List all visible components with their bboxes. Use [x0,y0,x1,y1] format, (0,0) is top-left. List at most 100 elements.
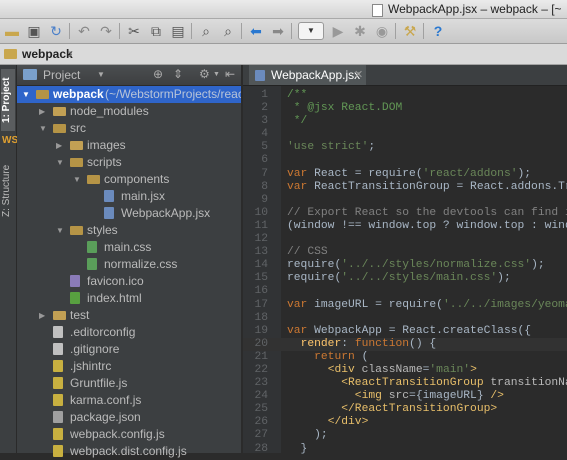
save-icon[interactable]: ▣ [26,23,42,39]
code-line[interactable]: 15 require('../../styles/main.css'); [243,272,567,285]
chevron-right-icon[interactable]: ▶ [39,103,48,120]
code-line[interactable]: 13 // CSS [243,246,567,259]
tree-file[interactable]: favicon.ico [17,273,241,290]
code-line[interactable]: 6 [243,154,567,167]
code-line[interactable]: 16 [243,285,567,298]
redo-icon[interactable]: ↷ [98,23,114,39]
code-line[interactable]: 7 var React = require('react/addons'); [243,168,567,181]
tab-project[interactable]: 1: Project [1,69,15,131]
hide-panel-icon[interactable]: ⇤ [225,67,235,81]
tree-folder[interactable]: ▼ scripts [17,154,241,171]
tree-folder[interactable]: ▼ components [17,171,241,188]
close-icon[interactable]: ✕ [354,68,363,81]
tree-file[interactable]: webpack.config.js [17,426,241,443]
run-icon[interactable]: ▶ [330,23,346,39]
tree-folder[interactable]: ▶ test [17,307,241,324]
tree-file[interactable]: karma.conf.js [17,392,241,409]
js-file-icon [53,377,63,389]
tree-file[interactable]: main.jsx [17,188,241,205]
tree-file[interactable]: .editorconfig [17,324,241,341]
code-line[interactable]: 9 [243,194,567,207]
code-line[interactable]: 18 [243,312,567,325]
code-line[interactable]: 27 ); [243,429,567,442]
chevron-right-icon[interactable]: ▶ [56,137,65,154]
code-token: </div> [327,416,369,429]
back-icon[interactable]: ⬅ [248,23,264,39]
code-line[interactable]: 22 <div className='main'> [243,364,567,377]
code-token: : [341,337,355,350]
tree-file[interactable]: main.css [17,239,241,256]
code-line[interactable]: 23 <ReactTransitionGroup transitionName= [243,377,567,390]
find-icon[interactable]: ⌕ [198,23,214,39]
code-line[interactable]: 8 var ReactTransitionGroup = React.addons… [243,181,567,194]
code-token: <ReactTransitionGroup [341,377,491,390]
tab-structure[interactable]: Z: Structure [1,155,15,227]
target-icon[interactable]: ⊕ [153,67,163,81]
chevron-down-icon[interactable]: ▼ [39,120,48,137]
paste-icon[interactable]: ▤ [170,23,186,39]
code-line[interactable]: 14 require('../../styles/normalize.css'); [243,259,567,272]
cut-icon[interactable]: ✂ [126,23,142,39]
code-line[interactable]: 1 /** [243,89,567,102]
code-line[interactable]: 3 */ [243,115,567,128]
window-title: WebpackApp.jsx – webpack – [~ [388,2,562,16]
tab-webpackapp-jsx[interactable]: WebpackApp.jsx ✕ [249,65,366,85]
code-line[interactable]: 26 </div> [243,416,567,429]
chevron-right-icon[interactable]: ▶ [39,307,48,324]
tree-folder[interactable]: ▼ styles [17,222,241,239]
chevron-down-icon[interactable]: ▼ [73,171,82,188]
html-file-icon [70,292,80,304]
gear-icon[interactable]: ⚙ [199,67,210,81]
chevron-down-icon[interactable]: ▼ [22,86,31,103]
code-line[interactable]: 17 var imageURL = require('../../images/y… [243,299,567,312]
project-view-dropdown[interactable]: Project [43,68,80,82]
code-line[interactable]: 5 'use strict'; [243,141,567,154]
run-config-dropdown[interactable]: ▼ [298,22,324,40]
tree-file[interactable]: Gruntfile.js [17,375,241,392]
code-line[interactable]: 28 } [243,443,567,456]
tree-file[interactable]: .gitignore [17,341,241,358]
code-line[interactable]: 4 [243,128,567,141]
settings-icon[interactable]: ⚒ [402,23,418,39]
code-token: require( [287,272,342,285]
code-line[interactable]: 24 <img src={imageURL} /> [243,390,567,403]
folder-open-icon[interactable]: ▬ [4,23,20,39]
chevron-down-icon[interactable]: ▼ [56,222,65,239]
tree-folder[interactable]: ▶ node_modules [17,103,241,120]
tree-file[interactable]: index.html [17,290,241,307]
code-line[interactable]: 19 var WebpackApp = React.createClass({ [243,325,567,338]
stop-icon[interactable]: ◉ [374,23,390,39]
code-text: (window !== window.top ? window.top : wi… [287,220,567,233]
tree-item-label: karma.conf.js [70,393,142,407]
tree-item-label: src [70,121,86,135]
forward-icon[interactable]: ➡ [270,23,286,39]
chevron-down-icon[interactable]: ▼ [213,71,220,78]
tree-file[interactable]: WebpackApp.jsx [17,205,241,222]
help-icon[interactable]: ? [430,23,446,39]
sync-icon[interactable]: ↻ [48,23,64,39]
code-line[interactable]: 12 [243,233,567,246]
tree-file[interactable]: .jshintrc [17,358,241,375]
replace-icon[interactable]: ⌕ [220,23,236,39]
code-text: <div className='main'> [287,364,477,377]
tree-folder[interactable]: ▼ src [17,120,241,137]
tree-folder[interactable]: ▶ images [17,137,241,154]
chevron-down-icon[interactable]: ▼ [97,70,105,79]
copy-icon[interactable]: ⧉ [148,23,164,39]
chevron-down-icon[interactable]: ▼ [56,154,65,171]
undo-icon[interactable]: ↶ [76,23,92,39]
debug-icon[interactable]: ✱ [352,23,368,39]
code-editor[interactable]: 1/** 2 * @jsx React.DOM 3 */4 5'use strict'… [243,89,567,456]
tree-file[interactable]: webpack.dist.config.js [17,443,241,460]
breadcrumb-item[interactable]: webpack [22,47,73,61]
collapse-icon[interactable]: ⇕ [173,67,183,81]
code-line[interactable]: 25 </ReactTransitionGroup> [243,403,567,416]
tree-folder[interactable]: ▼ webpack (~/WebstormProjects/react [17,86,247,103]
tree-file[interactable]: package.json [17,409,241,426]
tree-file[interactable]: normalize.css [17,256,241,273]
code-line[interactable]: 2 * @jsx React.DOM [243,102,567,115]
code-line[interactable]: 20 render: function() { [243,337,567,351]
code-line[interactable]: 11 (window !== window.top ? window.top : … [243,220,567,233]
code-line[interactable]: 21 return ( [243,351,567,364]
code-line[interactable]: 10 // Export React so the devtools can fi… [243,207,567,220]
